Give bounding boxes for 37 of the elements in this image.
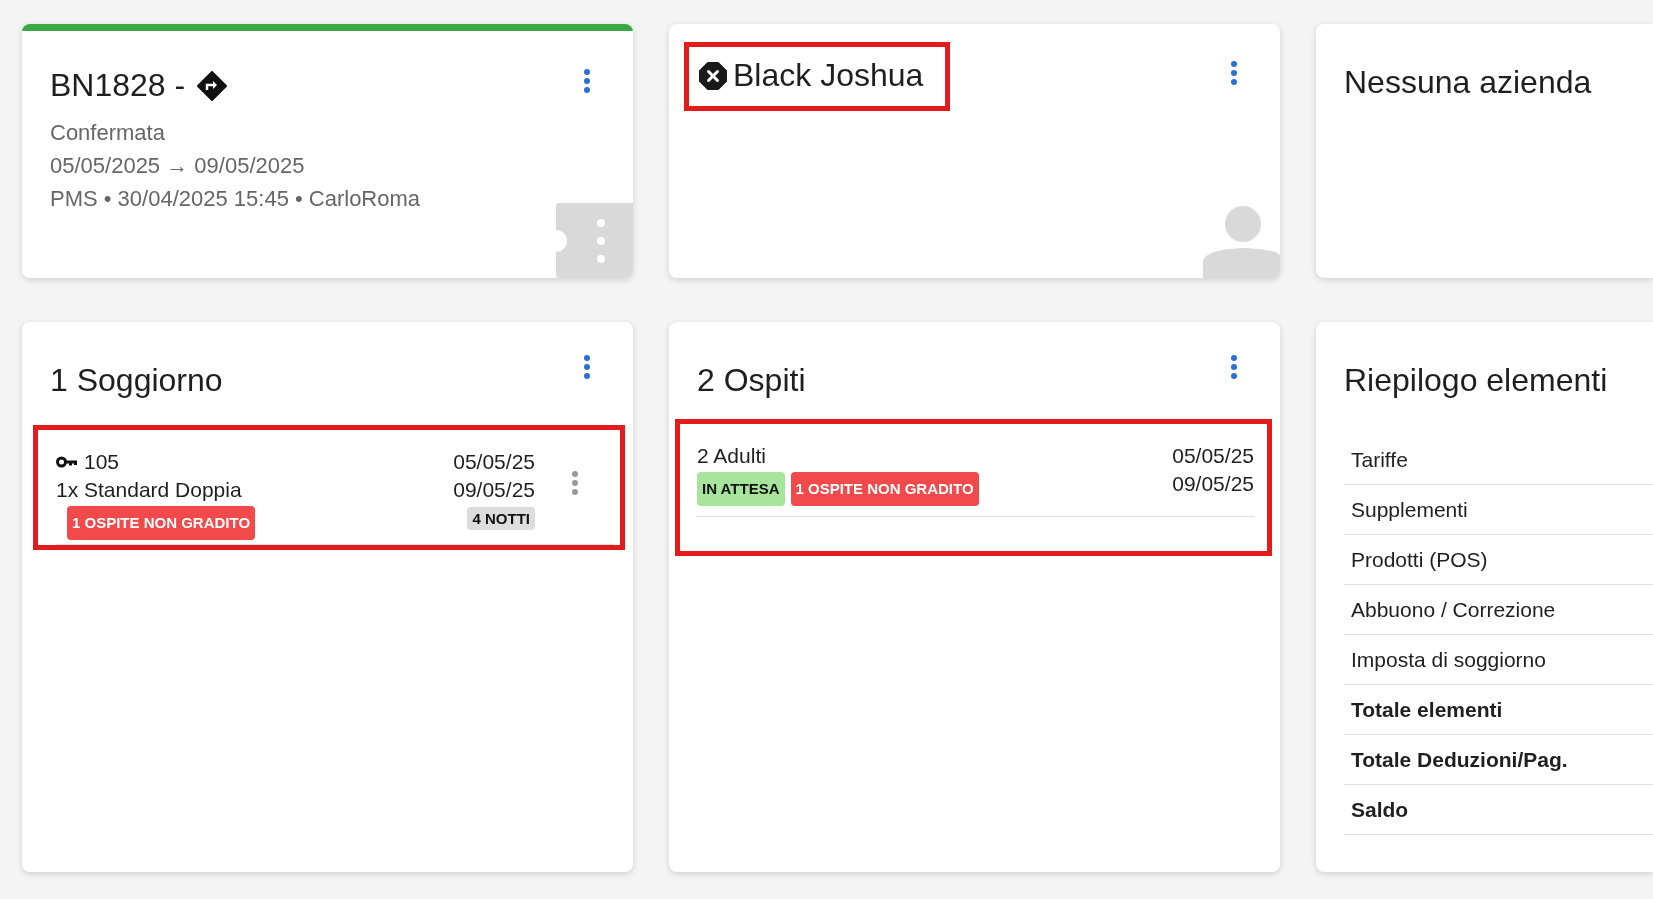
nights-tag: 4 NOTTI bbox=[467, 507, 535, 530]
reservation-status: Confermata bbox=[50, 119, 166, 147]
total-label: Totale elementi bbox=[1351, 697, 1503, 722]
reservation-code: BN1828 - bbox=[50, 67, 186, 104]
source-info: PMS • 30/04/2025 15:45 • CarloRoma bbox=[50, 185, 422, 213]
departure-date: 09/05/25 bbox=[1172, 471, 1254, 497]
summary-label: Abbuono / Correzione bbox=[1351, 597, 1556, 622]
summary-label: Supplementi bbox=[1351, 497, 1468, 522]
key-icon bbox=[56, 456, 78, 468]
more-options-icon[interactable] bbox=[1230, 60, 1238, 86]
section-title: 1 Soggiorno bbox=[50, 362, 223, 399]
person-silhouette-icon bbox=[1203, 204, 1280, 278]
status-tag: 1 OSPITE NON GRADITO bbox=[67, 506, 256, 540]
status-tag: 1 OSPITE NON GRADITO bbox=[790, 472, 979, 506]
more-options-icon[interactable] bbox=[1230, 354, 1238, 380]
section-title: Riepilogo elementi bbox=[1343, 361, 1609, 399]
guest-name: Black Joshua bbox=[733, 57, 924, 94]
more-options-icon[interactable] bbox=[571, 470, 579, 496]
more-options-icon[interactable] bbox=[583, 68, 591, 94]
status-tag: IN ATTESA bbox=[697, 472, 785, 506]
summary-label: Imposta di soggiorno bbox=[1351, 647, 1546, 672]
section-title: 2 Ospiti bbox=[697, 362, 806, 399]
room-type: 1x Standard Doppia bbox=[56, 477, 243, 503]
arrival-date: 05/05/25 bbox=[1172, 443, 1254, 469]
room-number: 105 bbox=[84, 449, 120, 475]
arrival-date: 05/05/25 bbox=[453, 449, 535, 475]
company-title: Nessuna azienda bbox=[1343, 63, 1593, 101]
total-label: Totale Deduzioni/Pag. bbox=[1351, 747, 1568, 772]
departure-date: 09/05/25 bbox=[453, 477, 535, 503]
summary-label: Tariffe bbox=[1351, 447, 1408, 472]
guest-count: 2 Adulti bbox=[697, 443, 767, 469]
summary-label: Prodotti (POS) bbox=[1351, 547, 1488, 572]
blocked-icon bbox=[699, 61, 727, 90]
total-label: Saldo bbox=[1351, 797, 1409, 822]
date-range: 05/05/2025 → 09/05/2025 bbox=[50, 152, 306, 180]
turn-arrow-icon bbox=[197, 70, 228, 101]
more-options-icon[interactable] bbox=[583, 354, 591, 380]
